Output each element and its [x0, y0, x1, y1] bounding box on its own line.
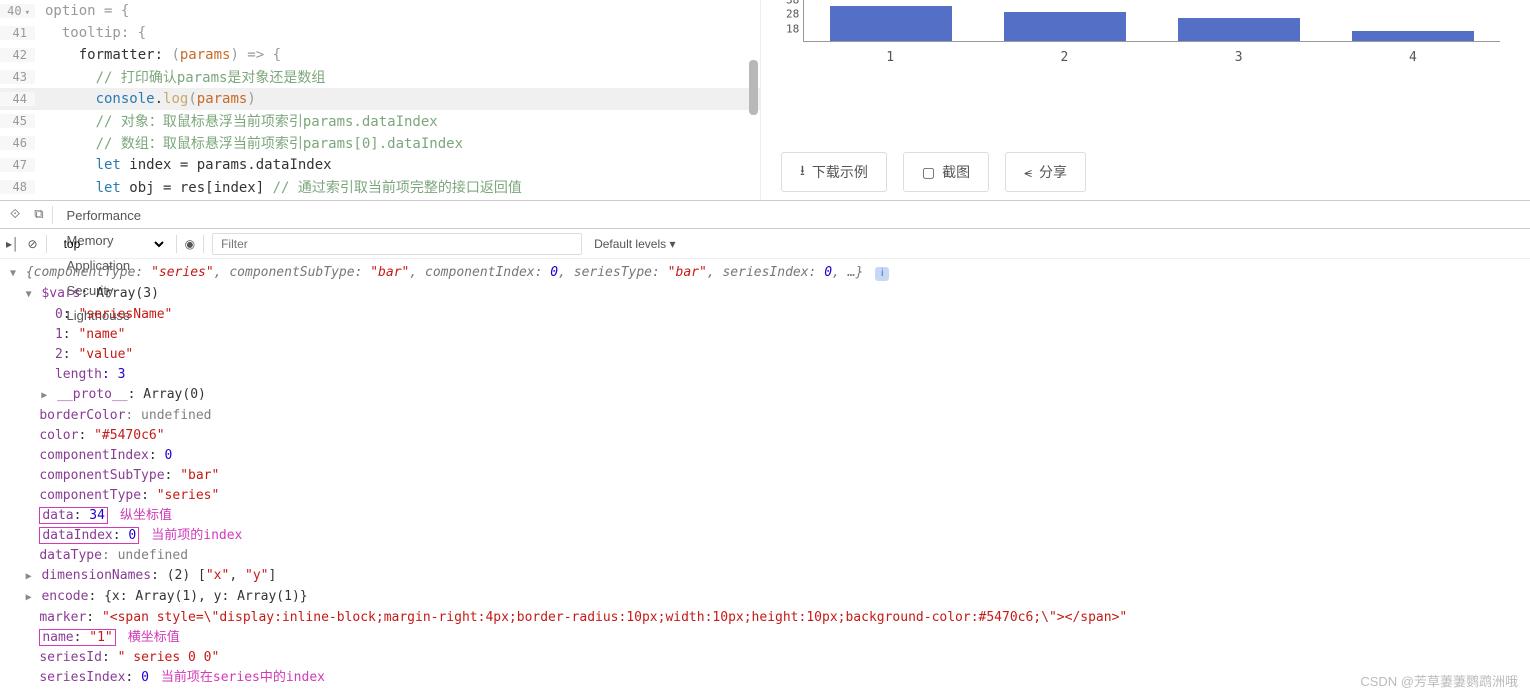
watermark: CSDN @芳草萋萋鹦鹉洲哦 — [1360, 671, 1518, 690]
console-toolbar: ▸│ ⊘ top ◉ Default levels ▾ — [0, 229, 1530, 259]
disclosure-arrow-icon[interactable] — [24, 588, 34, 608]
screenshot-button[interactable]: ▢ 截图 — [903, 152, 989, 192]
x-tick: 2 — [977, 50, 1151, 65]
console-output[interactable]: {componentType: "series", componentSubTy… — [0, 259, 1530, 700]
prop-key: dataType — [39, 548, 102, 563]
line-number[interactable]: 42 — [0, 48, 35, 62]
prop-key: seriesIndex — [39, 670, 125, 685]
camera-icon: ▢ — [922, 164, 935, 181]
separator — [203, 235, 204, 253]
bar-chart: 38 28 18 1234 — [773, 0, 1530, 138]
prop-key[interactable]: $vars — [41, 286, 80, 301]
code-line[interactable]: formatter: (params) => { — [35, 47, 281, 63]
y-tick: 28 — [786, 8, 799, 21]
line-number[interactable]: 44 — [0, 92, 35, 106]
prop-key[interactable]: __proto__ — [57, 387, 127, 402]
line-number[interactable]: 46 — [0, 136, 35, 150]
device-toggle-icon[interactable]: ⧉ — [28, 203, 49, 226]
download-sample-button[interactable]: ⭳ 下载示例 — [781, 152, 887, 192]
separator — [176, 235, 177, 253]
preview-panel: 38 28 18 1234 ⭳ 下载示例 ▢ 截图 ⪪ 分享 — [760, 0, 1530, 200]
prop-key[interactable]: encode — [41, 589, 88, 604]
object-property: borderColor: undefined — [8, 406, 1522, 426]
line-number[interactable]: 48 — [0, 180, 35, 194]
array-item: 1: "name" — [8, 325, 1522, 345]
x-tick: 4 — [1326, 50, 1500, 65]
code-line[interactable]: option = { — [35, 3, 129, 19]
code-editor[interactable]: 40option = {41 tooltip: {42 formatter: (… — [0, 0, 760, 200]
line-number[interactable]: 40 — [0, 4, 35, 18]
devtools-tabs: ⟐ ⧉ ElementsConsoleSourcesNetworkPerform… — [0, 201, 1530, 229]
download-label: 下载示例 — [812, 162, 868, 182]
prop-key: length — [55, 367, 102, 382]
separator — [46, 235, 47, 253]
prop-key: marker — [39, 610, 86, 625]
line-number[interactable]: 43 — [0, 70, 35, 84]
code-line[interactable]: let index = params.dataIndex — [35, 157, 332, 173]
editor-scrollbar[interactable] — [749, 60, 758, 115]
array-item: 0: "seriesName" — [8, 305, 1522, 325]
code-line[interactable]: // 打印确认params是对象还是数组 — [35, 67, 325, 87]
separator — [52, 206, 53, 224]
code-line[interactable]: console.log(params) — [35, 91, 256, 107]
log-levels-select[interactable]: Default levels ▾ — [590, 235, 679, 253]
chart-bar[interactable] — [1178, 18, 1300, 41]
disclosure-arrow-icon[interactable] — [8, 264, 18, 284]
devtools-panel: ⟐ ⧉ ElementsConsoleSourcesNetworkPerform… — [0, 200, 1530, 700]
share-icon: ⪪ — [1024, 164, 1032, 181]
object-summary[interactable]: {componentType: "series", componentSubTy… — [26, 265, 864, 280]
inspect-icon[interactable]: ⟐ — [4, 203, 26, 226]
download-icon: ⭳ — [800, 160, 805, 184]
annotation: 当前项的index — [151, 528, 242, 543]
share-label: 分享 — [1039, 162, 1067, 182]
chart-bar[interactable] — [1004, 12, 1126, 41]
disclosure-arrow-icon[interactable] — [39, 386, 49, 406]
prop-key[interactable]: dimensionNames — [41, 568, 151, 583]
x-tick: 3 — [1152, 50, 1326, 65]
sidebar-toggle-icon[interactable]: ▸│ — [6, 237, 20, 251]
x-tick: 1 — [803, 50, 977, 65]
code-line[interactable]: let obj = res[index] // 通过索引取当前项完整的接口返回值 — [35, 177, 522, 197]
object-property: componentIndex: 0 — [8, 446, 1522, 466]
chart-bar[interactable] — [830, 6, 952, 41]
annotation: 当前项在series中的index — [161, 670, 325, 685]
object-property: componentSubType: "bar" — [8, 466, 1522, 486]
y-tick: 38 — [786, 0, 799, 7]
array-item: 2: "value" — [8, 345, 1522, 365]
code-line[interactable]: tooltip: { — [35, 25, 146, 41]
prop-key: seriesId — [39, 650, 102, 665]
info-icon[interactable]: i — [875, 267, 889, 281]
line-number[interactable]: 47 — [0, 158, 35, 172]
annotation: 横坐标值 — [128, 630, 180, 645]
object-property: color: "#5470c6" — [8, 426, 1522, 446]
filter-input[interactable] — [212, 233, 582, 255]
clear-console-icon[interactable]: ⊘ — [28, 237, 38, 251]
live-expression-icon[interactable]: ◉ — [185, 237, 195, 251]
line-number[interactable]: 45 — [0, 114, 35, 128]
disclosure-arrow-icon[interactable] — [24, 285, 34, 305]
highlighted-prop: dataIndex: 0 — [39, 527, 139, 544]
share-button[interactable]: ⪪ 分享 — [1005, 152, 1086, 192]
y-tick: 18 — [786, 22, 799, 35]
tab-performance[interactable]: Performance — [55, 203, 153, 228]
highlighted-prop: data: 34 — [39, 507, 108, 524]
highlighted-prop: name: "1" — [39, 629, 115, 646]
line-number[interactable]: 41 — [0, 26, 35, 40]
object-property: componentType: "series" — [8, 486, 1522, 506]
code-line[interactable]: // 对象：取鼠标悬浮当前项索引params.dataIndex — [35, 111, 438, 131]
annotation: 纵坐标值 — [120, 508, 172, 523]
context-select[interactable]: top — [55, 233, 168, 255]
code-line[interactable]: // 数组：取鼠标悬浮当前项索引params[0].dataIndex — [35, 133, 463, 153]
screenshot-label: 截图 — [942, 162, 970, 182]
disclosure-arrow-icon[interactable] — [24, 567, 34, 587]
chart-bar[interactable] — [1352, 31, 1474, 41]
